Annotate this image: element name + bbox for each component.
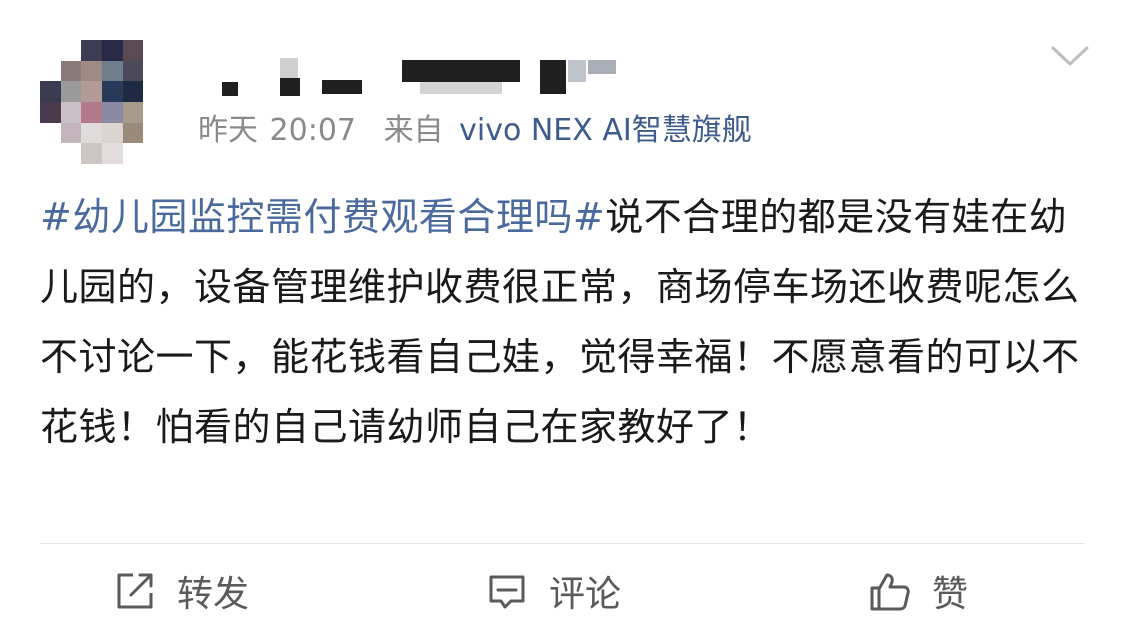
comment-bubble-icon xyxy=(489,575,525,609)
like-label: 赞 xyxy=(932,574,969,615)
forward-button[interactable]: 转发 xyxy=(113,566,249,616)
post-time-label: 昨天 xyxy=(198,113,258,148)
divider xyxy=(40,543,1085,544)
chevron-down-icon[interactable] xyxy=(1050,40,1090,70)
avatar[interactable] xyxy=(40,40,164,164)
post-content: #幼儿园监控需付费观看合理吗#说不合理的都是没有娃在幼儿园的，设备管理维护收费很… xyxy=(40,182,1090,462)
thumbs-up-icon xyxy=(870,573,910,611)
share-external-icon xyxy=(117,573,153,609)
action-bar: 转发 评论 赞 xyxy=(0,548,1125,635)
forward-label: 转发 xyxy=(177,574,250,615)
weibo-post-card: 昨天 20:07 来自 vivo NEX AI智慧旗舰 #幼儿园监控需付费观看合… xyxy=(0,0,1125,635)
post-meta: 昨天 20:07 来自 vivo NEX AI智慧旗舰 xyxy=(198,108,752,154)
username-redacted[interactable] xyxy=(218,58,628,102)
hashtag-link[interactable]: #幼儿园监控需付费观看合理吗# xyxy=(40,195,605,239)
post-source-label: 来自 xyxy=(383,113,444,148)
comment-button[interactable]: 评论 xyxy=(485,566,621,616)
post-time: 20:07 xyxy=(269,113,357,148)
comment-label: 评论 xyxy=(549,574,622,615)
post-device-link[interactable]: vivo NEX AI智慧旗舰 xyxy=(459,113,752,148)
like-button[interactable]: 赞 xyxy=(868,566,968,616)
